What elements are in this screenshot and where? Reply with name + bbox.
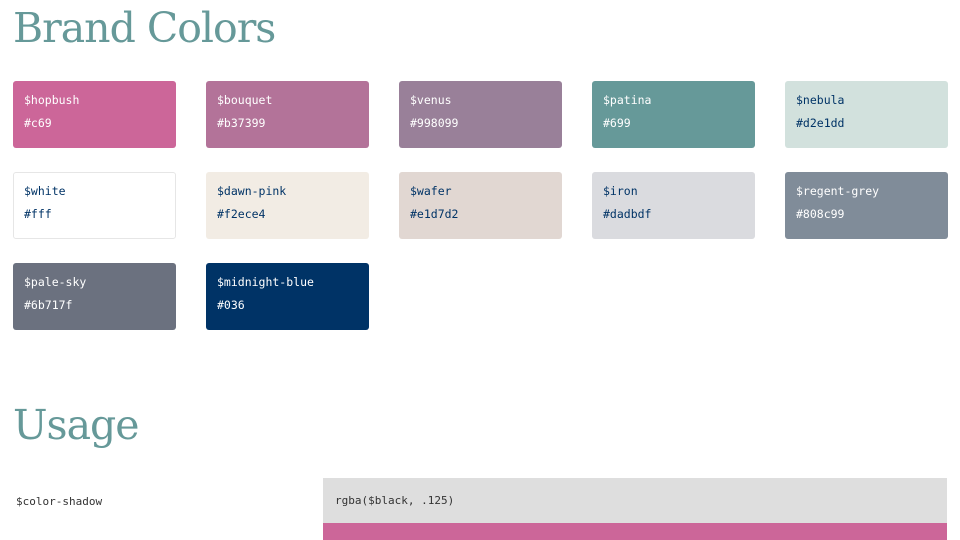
swatch-name: $wafer xyxy=(410,184,452,198)
swatch-hex: #699 xyxy=(603,115,631,130)
swatch-hex: #d2e1dd xyxy=(796,115,845,130)
swatch-dawn-pink: $dawn-pink #f2ece4 xyxy=(206,172,369,239)
swatch-wafer: $wafer #e1d7d2 xyxy=(399,172,562,239)
swatch-name: $nebula xyxy=(796,93,845,107)
swatch-hex: #998099 xyxy=(410,115,459,130)
usage-row: $color-shadow rgba($black, .125) xyxy=(0,478,960,523)
swatch-name: $venus xyxy=(410,93,452,107)
brand-colors-heading: Brand Colors xyxy=(13,4,276,52)
swatch-hex: #b37399 xyxy=(217,115,266,130)
swatch-hex: #808c99 xyxy=(796,206,845,221)
swatch-hex: #036 xyxy=(217,297,245,312)
swatch-bouquet: $bouquet #b37399 xyxy=(206,81,369,148)
swatch-name: $iron xyxy=(603,184,638,198)
swatch-name: $white xyxy=(24,184,66,198)
usage-next-row-swatch xyxy=(323,523,947,540)
swatch-midnight-blue: $midnight-blue #036 xyxy=(206,263,369,330)
swatch-name: $patina xyxy=(603,93,652,107)
swatch-patina: $patina #699 xyxy=(592,81,755,148)
swatch-name: $hopbush xyxy=(24,93,80,107)
usage-value: rgba($black, .125) xyxy=(323,478,947,523)
swatch-name: $bouquet xyxy=(217,93,273,107)
swatch-hopbush: $hopbush #c69 xyxy=(13,81,176,148)
swatch-white: $white #fff xyxy=(13,172,176,239)
swatch-hex: #c69 xyxy=(24,115,52,130)
swatch-nebula: $nebula #d2e1dd xyxy=(785,81,948,148)
swatch-pale-sky: $pale-sky #6b717f xyxy=(13,263,176,330)
swatch-grid: $hopbush #c69 $bouquet #b37399 $venus #9… xyxy=(13,81,948,330)
swatch-name: $regent-grey xyxy=(796,184,880,198)
swatch-hex: #6b717f xyxy=(24,297,73,312)
swatch-name: $dawn-pink xyxy=(217,184,287,198)
swatch-regent-grey: $regent-grey #808c99 xyxy=(785,172,948,239)
swatch-venus: $venus #998099 xyxy=(399,81,562,148)
swatch-hex: #dadbdf xyxy=(603,206,652,221)
swatch-iron: $iron #dadbdf xyxy=(592,172,755,239)
swatch-hex: #fff xyxy=(24,206,52,221)
swatch-hex: #f2ece4 xyxy=(217,206,266,221)
swatch-name: $midnight-blue xyxy=(217,275,314,289)
usage-heading: Usage xyxy=(13,401,140,449)
swatch-name: $pale-sky xyxy=(24,275,87,289)
usage-variable: $color-shadow xyxy=(16,495,103,508)
swatch-hex: #e1d7d2 xyxy=(410,206,459,221)
